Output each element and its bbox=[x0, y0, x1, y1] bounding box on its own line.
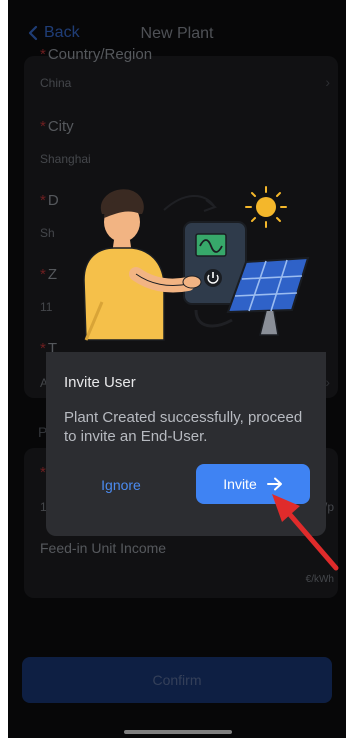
dialog-title: Invite User bbox=[64, 374, 136, 391]
dialog-message: Plant Created successfully, proceed to i… bbox=[64, 409, 303, 445]
app-screen: Back New Plant * Country/Region China › *… bbox=[8, 0, 346, 738]
plant-illustration bbox=[83, 186, 310, 341]
ignore-button[interactable]: Ignore bbox=[76, 465, 166, 505]
invite-label: Invite bbox=[223, 476, 257, 492]
annotation-arrow-icon bbox=[272, 494, 339, 571]
